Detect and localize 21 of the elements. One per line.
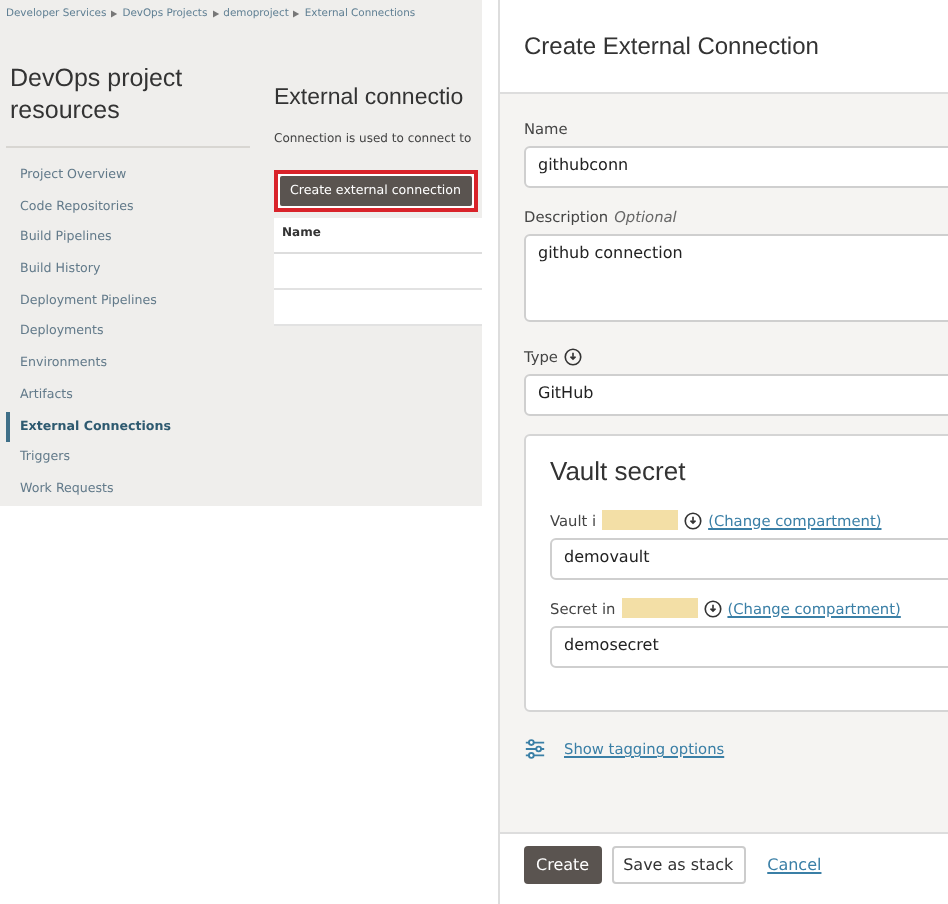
breadcrumb-separator-icon xyxy=(292,10,301,18)
save-as-stack-button[interactable]: Save as stack xyxy=(611,846,746,884)
info-icon[interactable] xyxy=(563,347,582,365)
secret-field[interactable]: demosecret xyxy=(550,626,948,668)
info-icon[interactable] xyxy=(703,599,722,617)
breadcrumb-separator-icon xyxy=(110,10,119,18)
create-button[interactable]: Create xyxy=(524,846,602,884)
name-field[interactable]: githubconn xyxy=(524,146,948,188)
info-icon[interactable] xyxy=(684,511,703,529)
cancel-link[interactable]: Cancel xyxy=(767,856,822,874)
panel-title: Create External Connection xyxy=(524,32,819,60)
section-title: Vault secret xyxy=(550,456,688,486)
description-field[interactable]: github connection xyxy=(524,234,948,322)
vault-field[interactable]: demovault xyxy=(550,538,948,580)
sidebar-title: DevOps project resources xyxy=(8,62,185,126)
redaction-bar xyxy=(602,510,679,530)
sliders-icon[interactable] xyxy=(524,738,546,760)
page-heading: External connectio xyxy=(274,86,466,110)
type-field[interactable]: GitHub xyxy=(524,374,948,416)
redaction-bar xyxy=(621,598,698,618)
breadcrumb-separator-icon xyxy=(211,10,220,18)
